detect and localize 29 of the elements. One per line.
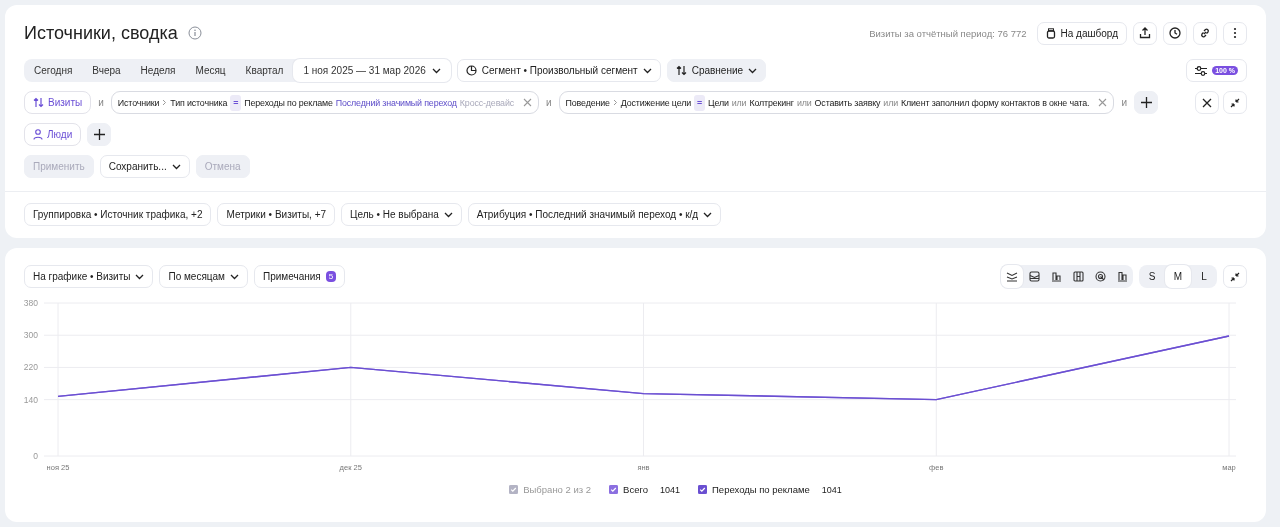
y-tick-label: 0 [33, 451, 38, 461]
y-tick-label: 220 [24, 362, 38, 373]
filter-path: Тип источника [170, 97, 228, 108]
filter-value: Цели [708, 97, 729, 108]
filter-path: Источники [117, 97, 160, 108]
page-title: Источники, сводка [24, 22, 178, 44]
or-label: или [731, 97, 747, 108]
filter-path: Поведение [565, 97, 610, 108]
legend-total: 1041 [821, 484, 842, 495]
mode-label: Кросс-девайс [459, 97, 514, 108]
legend-total: 1041 [660, 484, 680, 495]
visits-total: Визиты за отчётный период: 76 772 [869, 27, 1027, 39]
filter-value: Клиент заполнил форму контактов в окне чата. [901, 97, 1090, 108]
notes-count-badge: 5 [325, 271, 337, 282]
operator-badge: = [693, 94, 705, 111]
y-tick-label: 380 [24, 298, 38, 308]
operator-badge: = [230, 94, 242, 111]
filter-value: Колтрекинг [749, 97, 794, 108]
attribution-label: Последний значимый переход [335, 97, 457, 108]
y-tick-label: 300 [24, 330, 38, 341]
and-label: и [98, 97, 104, 108]
filter-path: Достижение цели [620, 97, 691, 108]
or-label: или [796, 97, 812, 108]
filter-value: Переходы по рекламе [244, 97, 333, 108]
filter-value: Оставить заявку [814, 97, 881, 108]
y-tick-label: 140 [24, 394, 38, 405]
and-label: и [1121, 97, 1127, 108]
and-label: и [546, 97, 552, 108]
or-label: или [883, 97, 898, 108]
